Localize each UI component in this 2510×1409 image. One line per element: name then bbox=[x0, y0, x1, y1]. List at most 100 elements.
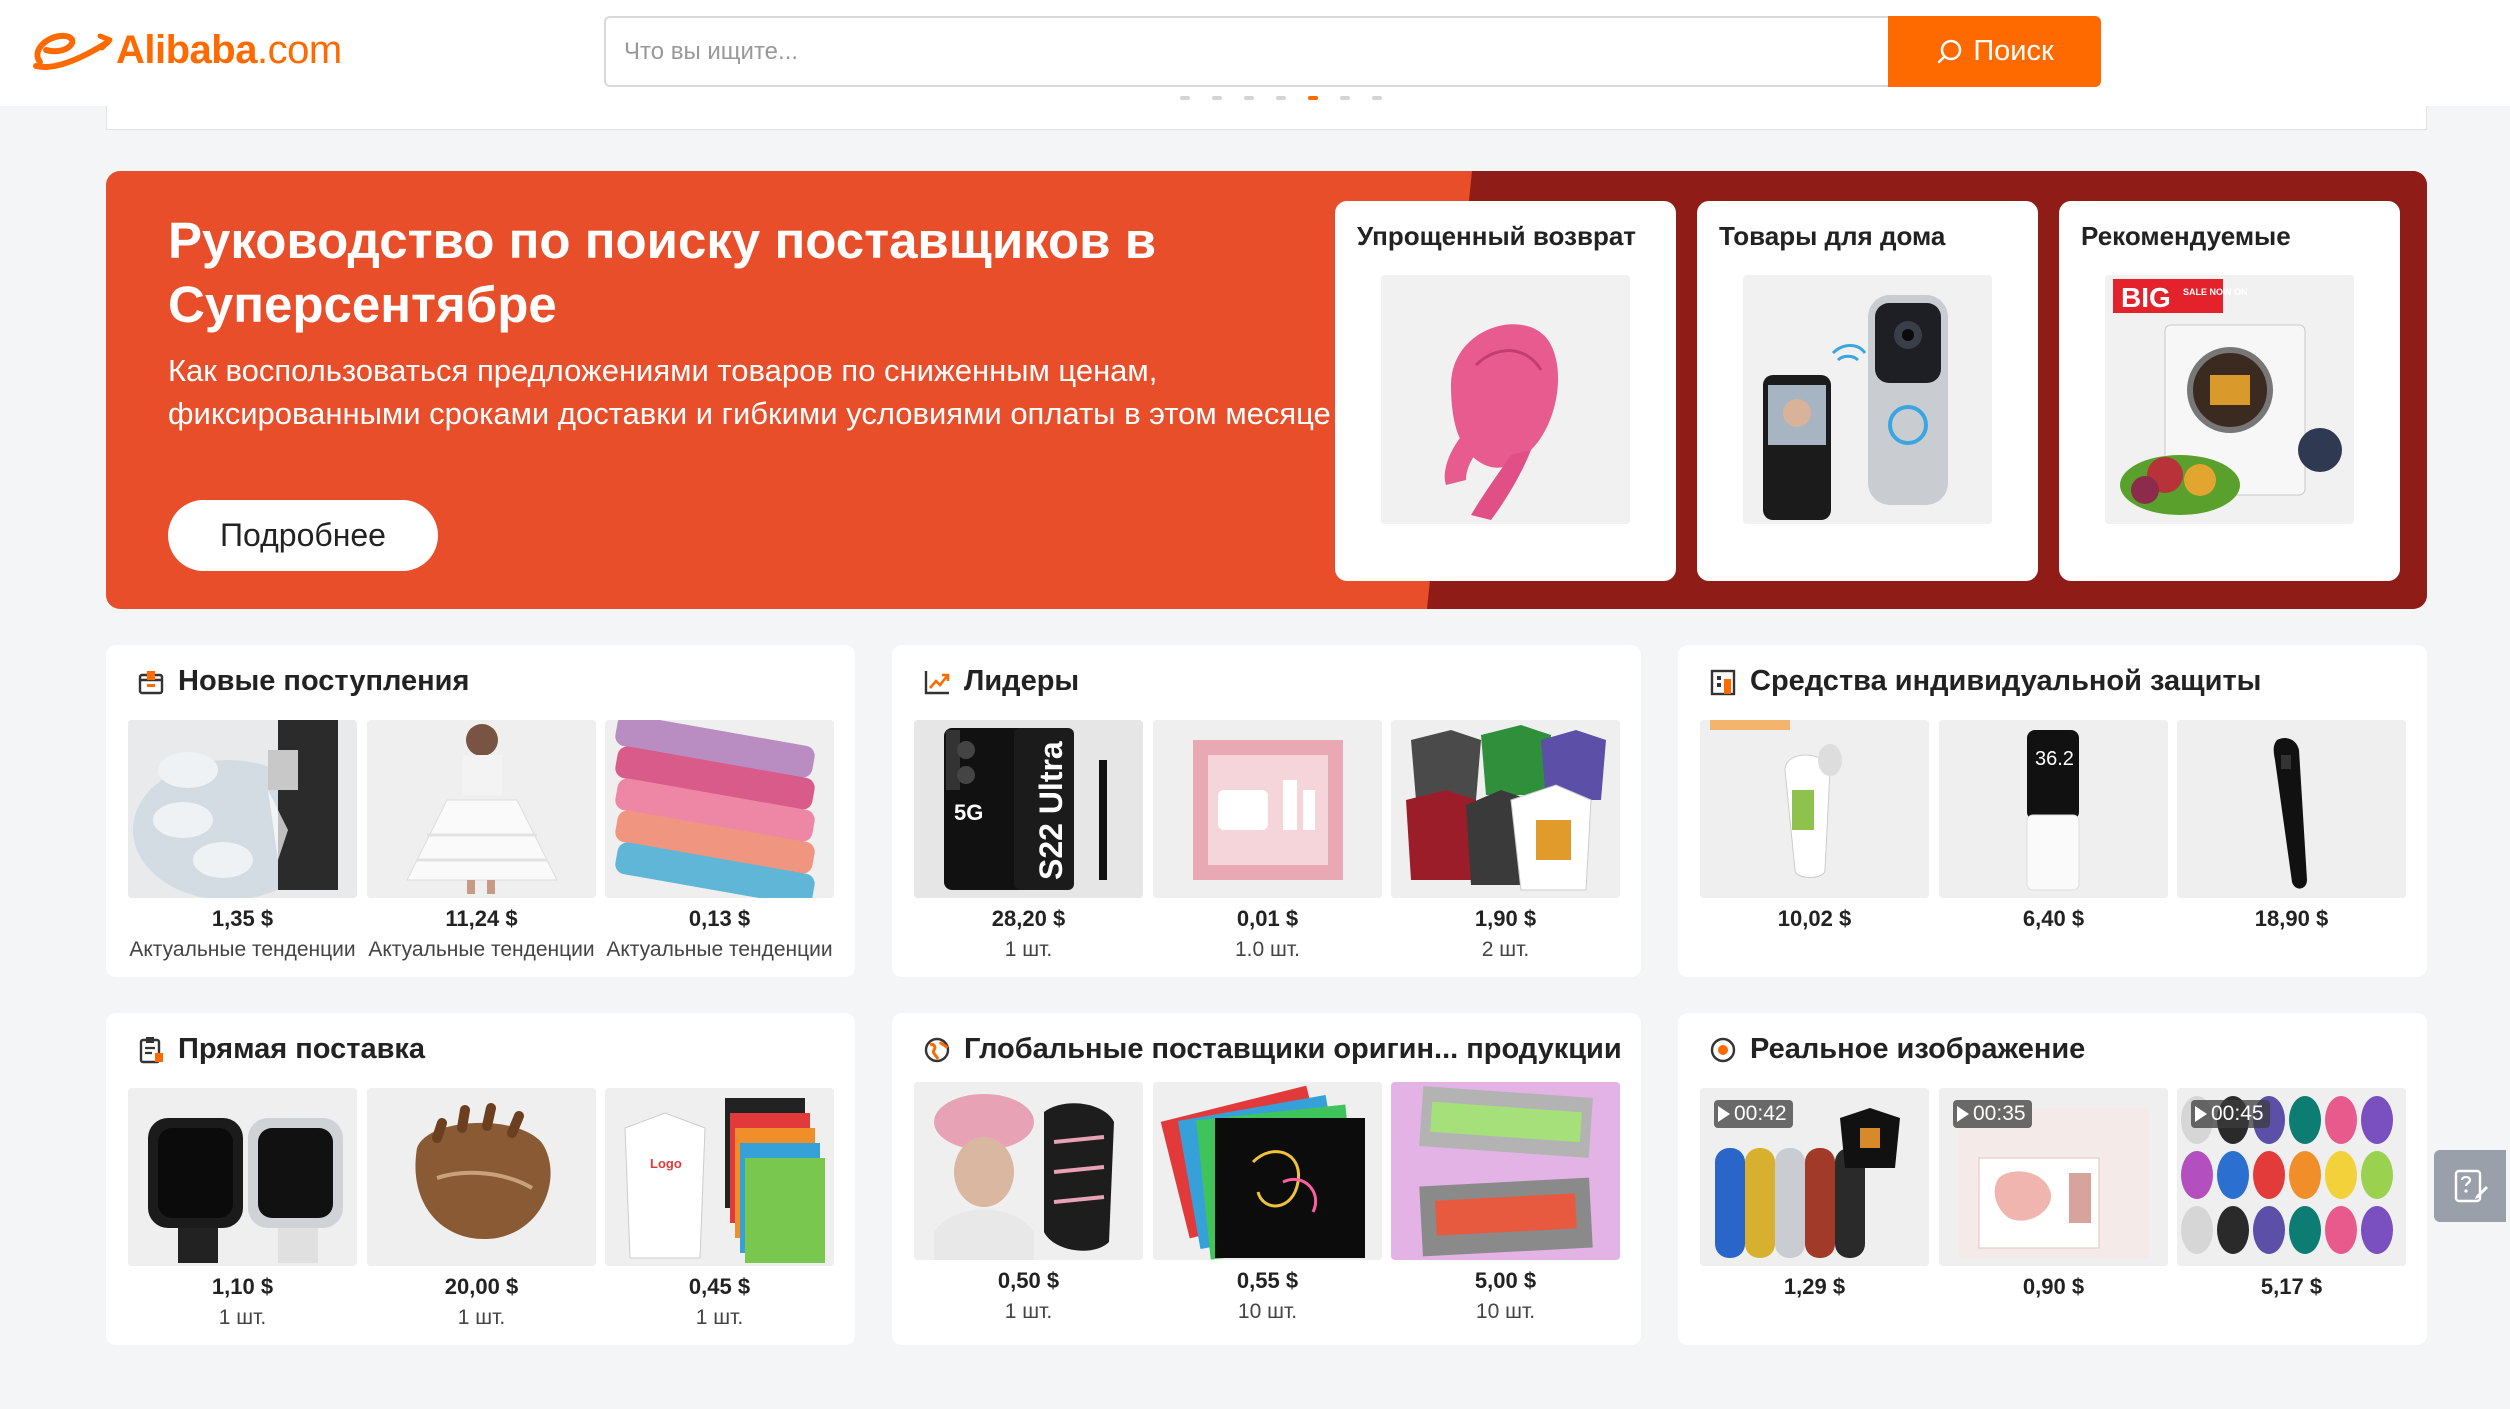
building-icon bbox=[1708, 667, 1738, 697]
video-duration-badge: 00:45 bbox=[2191, 1100, 2270, 1128]
carousel-dot[interactable] bbox=[1180, 96, 1190, 100]
product-qty: 2 шт. bbox=[1481, 938, 1530, 961]
product-price: 0,55 $ bbox=[1236, 1268, 1299, 1293]
card-new-arrivals: Новые поступления 1,35 $ Актуальные тенд… bbox=[106, 645, 855, 977]
product-image bbox=[605, 720, 834, 898]
product-price: 10,02 $ bbox=[1777, 906, 1852, 931]
card-title: Глобальные поставщики оригин... продукци… bbox=[964, 1033, 1622, 1065]
logo-text: Alibaba.com bbox=[116, 27, 342, 72]
product-price: 28,20 $ bbox=[991, 906, 1066, 931]
video-duration-badge: 00:35 bbox=[1953, 1100, 2032, 1128]
search-icon bbox=[1938, 39, 1962, 63]
search-input[interactable] bbox=[604, 16, 1888, 87]
product-tag: Актуальные тенденции bbox=[368, 938, 595, 961]
promo-card-recommended[interactable]: Рекомендуемые BIG SALE NOW ON bbox=[2059, 201, 2400, 581]
product-qty: 10 шт. bbox=[1475, 1300, 1536, 1323]
product-price: 0,90 $ bbox=[2022, 1274, 2085, 1299]
product-image bbox=[367, 1088, 596, 1266]
product-tile[interactable]: 00:42 1,29 $ bbox=[1700, 1088, 1929, 1300]
product-tile[interactable]: 1,10 $ 1 шт. bbox=[128, 1088, 357, 1330]
product-tile[interactable]: 10,02 $ bbox=[1700, 720, 1929, 932]
carousel-dot-active[interactable] bbox=[1308, 96, 1318, 100]
play-icon bbox=[1957, 1106, 1969, 1122]
product-qty: 1 шт. bbox=[1004, 938, 1053, 961]
alibaba-logo-icon bbox=[33, 32, 113, 70]
promo-title: Упрощенный возврат bbox=[1357, 221, 1637, 251]
product-price: 0,45 $ bbox=[688, 1274, 751, 1299]
learn-more-button[interactable]: Подробнее bbox=[168, 500, 438, 571]
product-tile[interactable]: 1,35 $ Актуальные тенденции bbox=[128, 720, 357, 962]
promo-banner: Руководство по поиску поставщиков в Супе… bbox=[106, 171, 2427, 609]
alibaba-logo[interactable]: Alibaba.com bbox=[30, 22, 342, 78]
product-tile[interactable]: 5,00 $ 10 шт. bbox=[1391, 1082, 1620, 1324]
help-edit-icon bbox=[2454, 1169, 2488, 1203]
product-image bbox=[1700, 720, 1929, 898]
product-tile[interactable]: 0,01 $ 1.0 шт. bbox=[1153, 720, 1382, 962]
product-tile[interactable]: 18,90 $ bbox=[2177, 720, 2406, 932]
product-price: 1,90 $ bbox=[1474, 906, 1537, 931]
product-tile[interactable]: 0,55 $ 10 шт. bbox=[1153, 1082, 1382, 1324]
product-tile[interactable]: Logo 0,45 $ 1 шт. bbox=[605, 1088, 834, 1330]
card-header[interactable]: Прямая поставка bbox=[136, 1033, 425, 1066]
product-tile[interactable]: 00:45 5,17 $ bbox=[2177, 1088, 2406, 1300]
product-image bbox=[128, 720, 357, 898]
card-title: Новые поступления bbox=[178, 665, 470, 697]
top-header: Alibaba.com Поиск bbox=[0, 0, 2510, 106]
product-price: 20,00 $ bbox=[444, 1274, 519, 1299]
search-button-label: Поиск bbox=[1973, 35, 2054, 67]
phone-model-text: S22 Ultra bbox=[1033, 741, 1069, 880]
carousel-strip bbox=[106, 106, 2427, 130]
product-tile[interactable]: 20,00 $ 1 шт. bbox=[367, 1088, 596, 1330]
card-ppe: Средства индивидуальной защиты 10,02 $ 3… bbox=[1678, 645, 2427, 977]
freeze-dryer-image: BIG SALE NOW ON bbox=[2105, 275, 2354, 524]
card-title: Средства индивидуальной защиты bbox=[1750, 665, 2262, 697]
banner-subtitle: Как воспользоваться предложениями товаро… bbox=[168, 353, 1331, 431]
phone-5g-text: 5G bbox=[954, 800, 983, 825]
product-price: 1,35 $ bbox=[211, 906, 274, 931]
product-price: 6,40 $ bbox=[2022, 906, 2085, 931]
product-price: 18,90 $ bbox=[2254, 906, 2329, 931]
product-image: 00:42 bbox=[1700, 1088, 1929, 1266]
card-title: Реальное изображение bbox=[1750, 1033, 2086, 1065]
product-image bbox=[1391, 720, 1620, 898]
card-header[interactable]: Средства индивидуальной защиты bbox=[1708, 665, 2261, 698]
feedback-button[interactable] bbox=[2434, 1150, 2506, 1222]
product-image: Logo bbox=[605, 1088, 834, 1266]
product-price: 0,50 $ bbox=[997, 1268, 1060, 1293]
card-title: Прямая поставка bbox=[178, 1033, 426, 1065]
product-qty: 1 шт. bbox=[218, 1306, 267, 1329]
product-tile[interactable]: 1,90 $ 2 шт. bbox=[1391, 720, 1620, 962]
product-tile[interactable]: 36.2 6,40 $ bbox=[1939, 720, 2168, 932]
product-image bbox=[2177, 720, 2406, 898]
product-tile[interactable]: 0,13 $ Актуальные тенденции bbox=[605, 720, 834, 962]
product-price: 0,13 $ bbox=[688, 906, 751, 931]
carousel-dot[interactable] bbox=[1276, 96, 1286, 100]
clipboard-icon bbox=[136, 1035, 166, 1065]
card-header[interactable]: Реальное изображение bbox=[1708, 1033, 2085, 1066]
promo-card-easy-return[interactable]: Упрощенный возврат bbox=[1335, 201, 1676, 581]
promo-card-home-goods[interactable]: Товары для дома bbox=[1697, 201, 2038, 581]
product-qty: 1.0 шт. bbox=[1235, 938, 1300, 961]
banner-title: Руководство по поиску поставщиков в Супе… bbox=[168, 212, 1157, 333]
product-tile[interactable]: 00:35 0,90 $ bbox=[1939, 1088, 2168, 1300]
product-tile[interactable]: 0,50 $ 1 шт. bbox=[914, 1082, 1143, 1324]
product-image bbox=[128, 1088, 357, 1266]
carousel-dot[interactable] bbox=[1340, 96, 1350, 100]
product-image bbox=[1153, 720, 1382, 898]
product-qty: 1 шт. bbox=[457, 1306, 506, 1329]
carousel-dot[interactable] bbox=[1244, 96, 1254, 100]
play-icon bbox=[2195, 1106, 2207, 1122]
carousel-dot[interactable] bbox=[1212, 96, 1222, 100]
card-header[interactable]: Лидеры bbox=[922, 665, 1079, 698]
product-tile[interactable]: 11,24 $ Актуальные тенденции bbox=[367, 720, 596, 962]
product-image bbox=[1391, 1082, 1620, 1260]
product-tile[interactable]: 5G S22 Ultra 28,20 $ 1 шт. bbox=[914, 720, 1143, 962]
carousel-dot[interactable] bbox=[1372, 96, 1382, 100]
card-header[interactable]: Глобальные поставщики оригин... продукци… bbox=[922, 1033, 1622, 1066]
search-button[interactable]: Поиск bbox=[1888, 16, 2101, 87]
product-price: 1,10 $ bbox=[211, 1274, 274, 1299]
product-image bbox=[914, 1082, 1143, 1260]
product-qty: 10 шт. bbox=[1237, 1300, 1298, 1323]
card-header[interactable]: Новые поступления bbox=[136, 665, 469, 698]
thermometer-reading: 36.2 bbox=[2035, 748, 2074, 770]
